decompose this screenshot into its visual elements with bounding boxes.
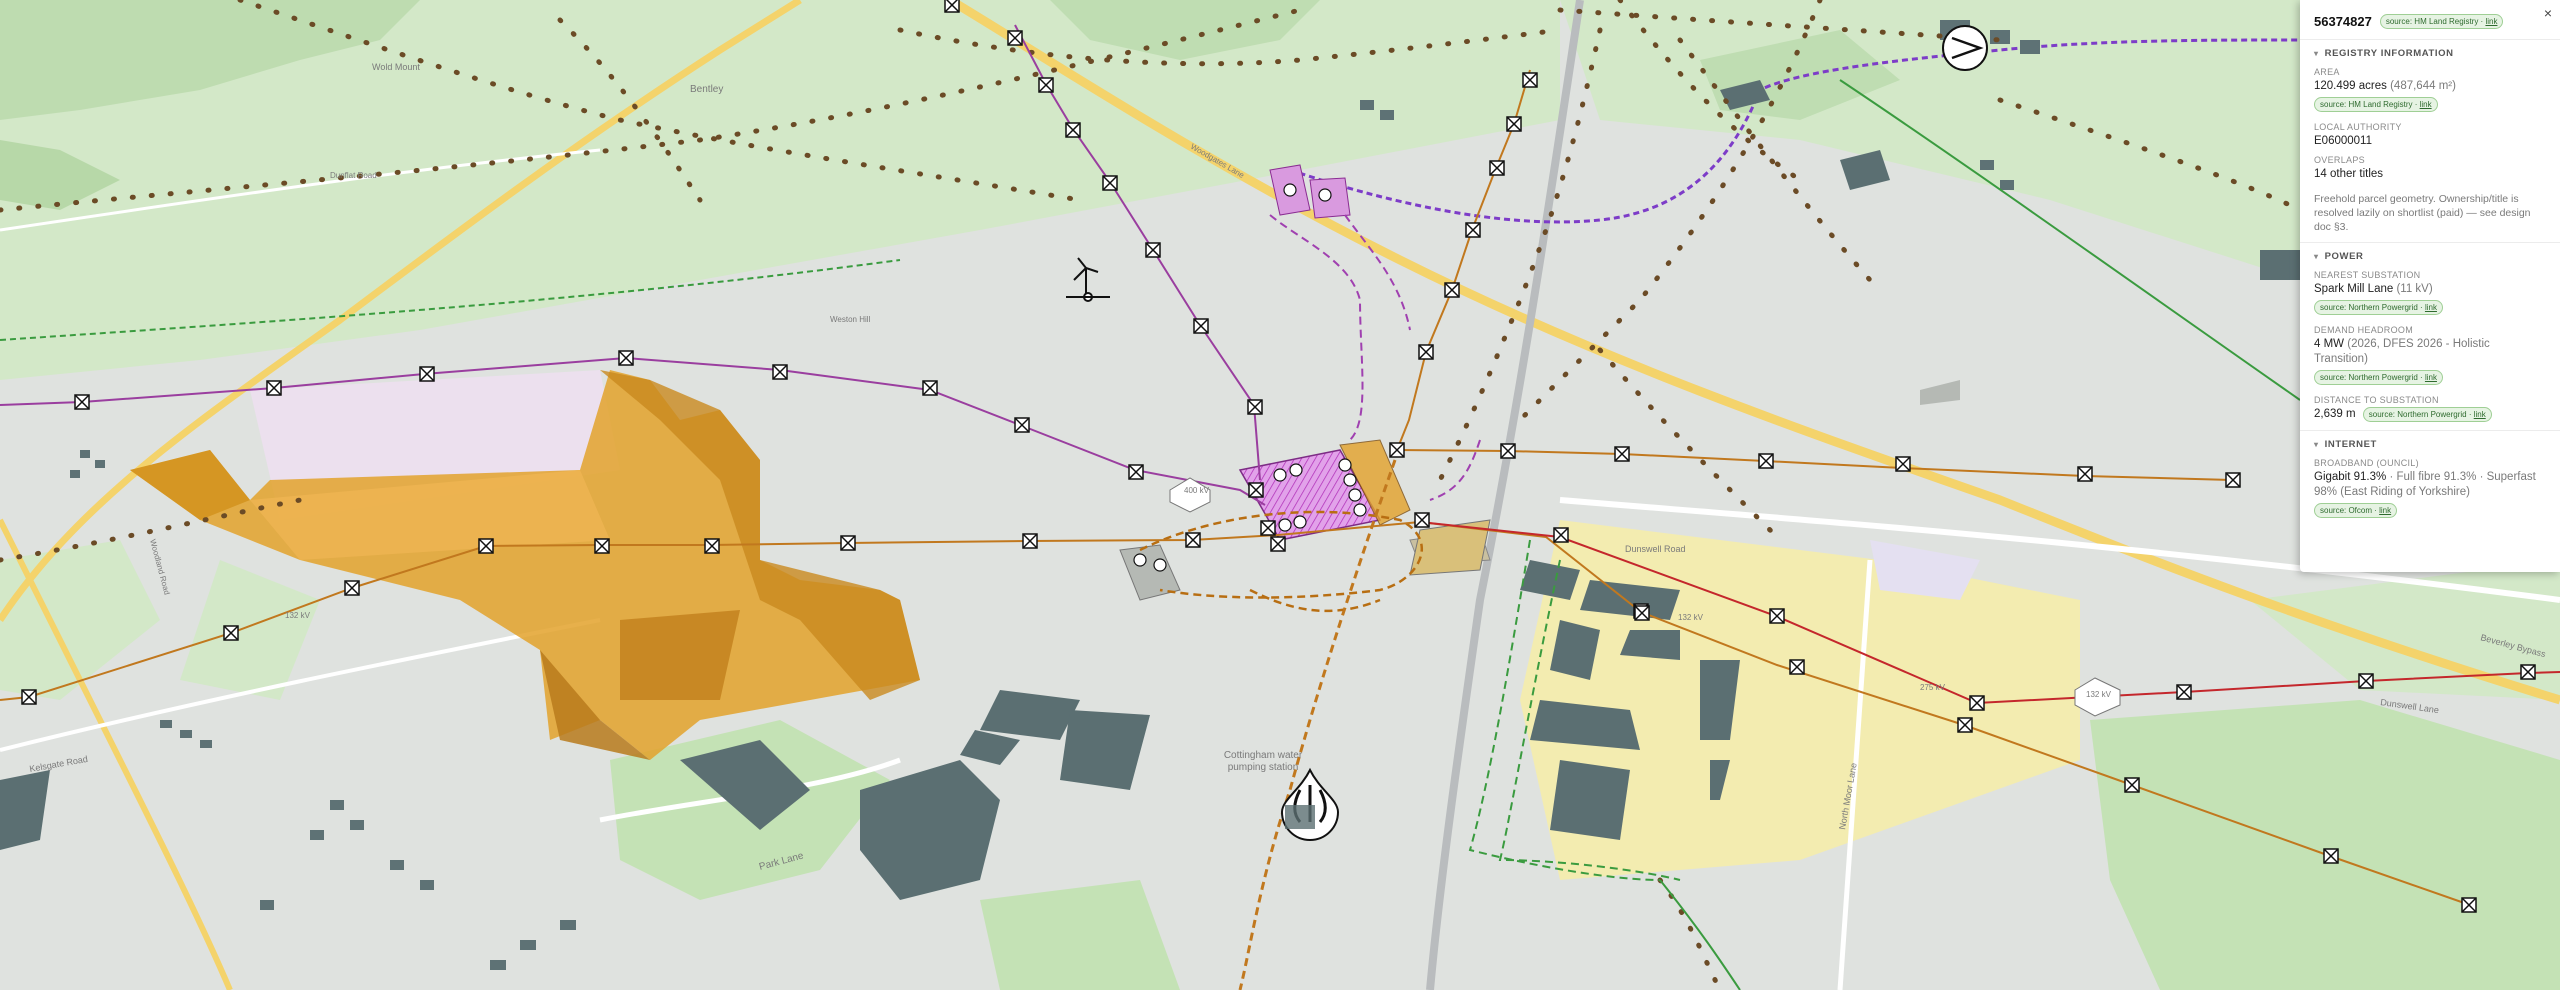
parcel-info-panel: × 56374827 source: HM Land Registry · li…	[2300, 0, 2560, 572]
close-icon[interactable]: ×	[2544, 6, 2552, 20]
note-text: Freehold parcel geometry. Ownership/titl…	[2314, 193, 2531, 233]
overlaps-value: 14 other titles	[2314, 168, 2384, 180]
broadband-field: BROADBAND (OUNCIL) Gigabit 91.3% · Full …	[2300, 456, 2560, 526]
area-value: 120.499 acres	[2314, 80, 2387, 92]
place-label: Wold Mount	[372, 62, 420, 72]
section-registry-toggle[interactable]: ▾ REGISTRY INFORMATION	[2300, 39, 2560, 65]
source-badge[interactable]: source: Northern Powergrid · link	[2362, 407, 2492, 422]
source-badge[interactable]: source: Northern Powergrid · link	[2314, 370, 2443, 385]
place-label: Dunflat Road	[330, 171, 377, 180]
area-secondary: (487,644 m²)	[2390, 80, 2456, 92]
place-label: Dunswell Road	[1625, 544, 1686, 554]
source-badge[interactable]: source: Northern Powergrid · link	[2314, 300, 2443, 315]
source-badge[interactable]: source: Ofcom · link	[2314, 503, 2398, 518]
source-badge[interactable]: source: HM Land Registry · link	[2379, 14, 2504, 29]
chevron-down-icon: ▾	[2314, 49, 2319, 58]
section-power-toggle[interactable]: ▾ POWER	[2300, 242, 2560, 268]
nearest-substation-field: NEAREST SUBSTATION Spark Mill Lane (11 k…	[2300, 268, 2560, 323]
title-number: 56374827	[2314, 14, 2372, 29]
source-link: link	[2485, 17, 2498, 26]
line-label: 132 kV	[1678, 613, 1704, 622]
line-label: 132 kV	[285, 611, 311, 620]
facility-label-line1: Cottingham water	[1224, 750, 1303, 761]
chevron-down-icon: ▾	[2314, 252, 2319, 261]
line-label: 275 kV	[1920, 683, 1946, 692]
facility-label-line2: pumping station	[1228, 762, 1299, 773]
area-label: AREA	[2314, 67, 2340, 77]
panel-header: 56374827 source: HM Land Registry · link	[2300, 0, 2560, 35]
line-label: 400 kV	[1184, 486, 1210, 495]
section-internet-toggle[interactable]: ▾ INTERNET	[2300, 430, 2560, 456]
compass-icon[interactable]	[1942, 25, 1988, 71]
substation-value: Spark Mill Lane	[2314, 283, 2394, 295]
broadband-value: Gigabit 91.3%	[2314, 471, 2387, 483]
source-badge[interactable]: source: HM Land Registry · link	[2314, 97, 2438, 112]
demand-headroom-field: DEMAND HEADROOM 4 MW (2026, DFES 2026 - …	[2300, 323, 2560, 393]
area-field: AREA 120.499 acres (487,644 m²) source: …	[2300, 65, 2560, 120]
headroom-value: 4 MW	[2314, 338, 2345, 350]
line-label: 132 kV	[2086, 690, 2112, 699]
overlaps-field: OVERLAPS 14 other titles	[2300, 153, 2560, 186]
chevron-down-icon: ▾	[2314, 440, 2319, 449]
field-se-1	[2090, 700, 2560, 990]
distance-field: DISTANCE TO SUBSTATION 2,639 m source: N…	[2300, 393, 2560, 426]
place-label: Bentley	[690, 84, 723, 95]
place-label: Weston Hill	[830, 315, 871, 324]
map-canvas[interactable]: Bentley Wold Mount Cottingham water pump…	[0, 0, 2560, 990]
local-authority-field: LOCAL AUTHORITY E06000011	[2300, 120, 2560, 153]
distance-value: 2,639 m	[2314, 408, 2356, 420]
local-authority-value: E06000011	[2314, 135, 2372, 147]
